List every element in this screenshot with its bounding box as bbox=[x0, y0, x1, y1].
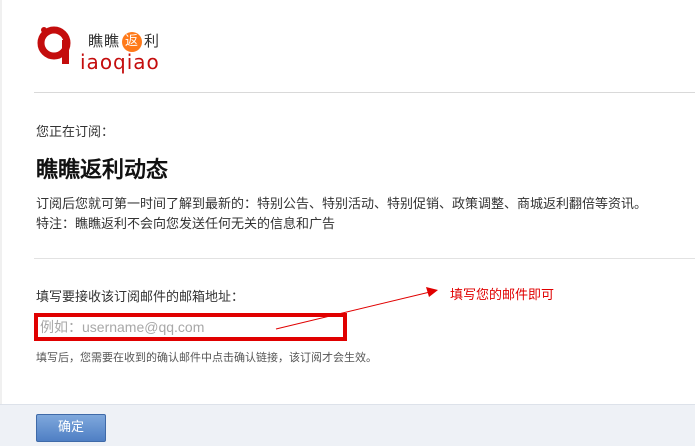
subscription-page: 瞧瞧返利 iaoqiao 您正在订阅： 瞧瞧返利动态 订阅后您就可第一时间了解到… bbox=[0, 0, 695, 446]
logo-cn-part1: 瞧瞧 bbox=[88, 32, 121, 50]
logo-chinese-text: 瞧瞧返利 bbox=[88, 30, 160, 52]
divider bbox=[34, 258, 695, 259]
logo-cn-part2: 利 bbox=[144, 32, 161, 50]
left-border bbox=[0, 0, 2, 445]
logo-q-icon bbox=[37, 26, 71, 64]
annotation-arrow-head bbox=[426, 287, 438, 297]
subscription-note: 特注：瞧瞧返利不会向您发送任何无关的信息和广告 bbox=[36, 217, 336, 232]
annotation-text: 填写您的邮件即可 bbox=[450, 288, 555, 303]
divider bbox=[34, 92, 695, 93]
confirm-button[interactable]: 确定 bbox=[36, 414, 106, 442]
subscription-description: 订阅后您就可第一时间了解到最新的：特别公告、特别活动、特别促销、政策调整、商城返… bbox=[36, 197, 648, 212]
logo: 瞧瞧返利 iaoqiao bbox=[36, 24, 186, 74]
email-input[interactable] bbox=[38, 317, 343, 337]
subscribing-label: 您正在订阅： bbox=[36, 125, 115, 140]
email-label: 填写要接收该订阅邮件的邮箱地址： bbox=[36, 290, 245, 305]
email-field-highlight bbox=[34, 313, 347, 341]
subscription-title: 瞧瞧返利动态 bbox=[36, 158, 169, 183]
email-hint: 填写后，您需要在收到的确认邮件中点击确认链接，该订阅才会生效。 bbox=[36, 351, 377, 364]
logo-cn-circle: 返 bbox=[122, 31, 143, 52]
logo-english-text: iaoqiao bbox=[80, 50, 160, 74]
